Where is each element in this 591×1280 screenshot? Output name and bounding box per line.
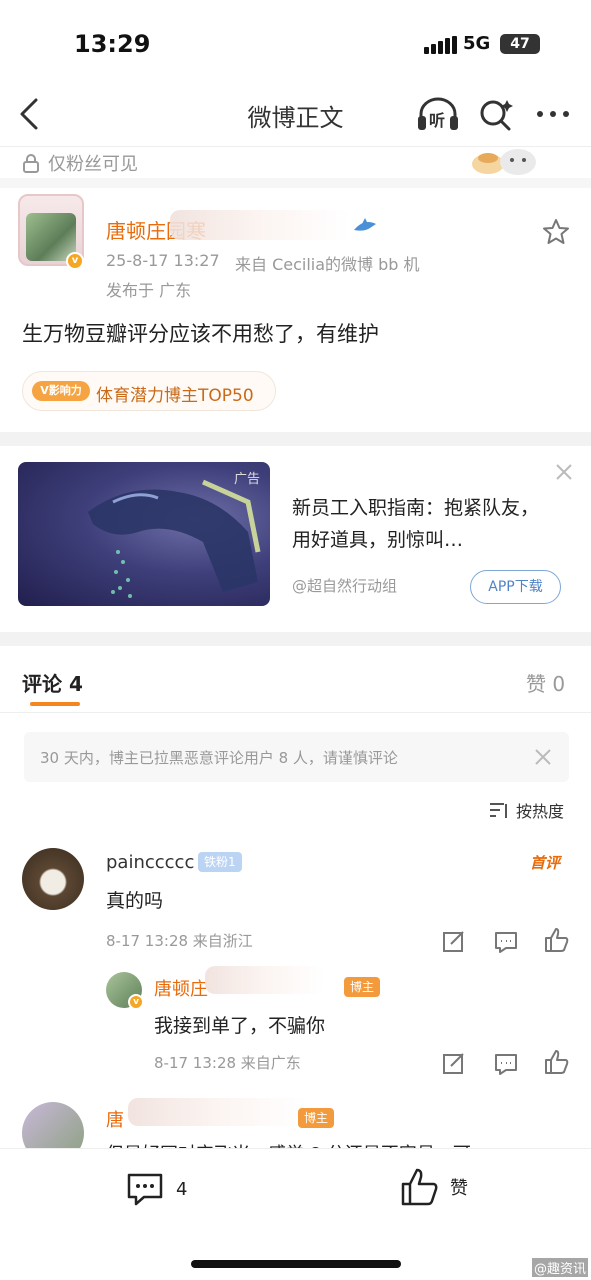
reply-user[interactable]: 唐顿庄 bbox=[154, 975, 208, 1001]
tab-active-indicator bbox=[30, 702, 80, 706]
blurred-name bbox=[170, 210, 350, 240]
comment-user[interactable]: 唐 bbox=[106, 1106, 124, 1132]
more-dots-icon bbox=[537, 111, 569, 117]
reply-text: 我接到单了，不骗你 bbox=[154, 1015, 326, 1037]
post-time: 25-8-17 13:27 bbox=[106, 251, 220, 270]
thumbs-up-icon bbox=[401, 1168, 438, 1206]
fan-badge: 铁粉1 bbox=[198, 852, 242, 872]
influence-badge: V影响力 bbox=[32, 381, 90, 401]
lock-icon bbox=[23, 154, 39, 173]
blurred-name bbox=[128, 1098, 308, 1126]
reply-button[interactable] bbox=[494, 1052, 518, 1076]
thumbs-up-icon bbox=[545, 1050, 569, 1074]
ad-image[interactable]: 广告 bbox=[18, 462, 270, 606]
ad-hand-artwork bbox=[88, 479, 261, 598]
influence-text: 体育潜力博主TOP50 bbox=[96, 386, 254, 406]
battery-level: 47 bbox=[510, 36, 530, 52]
reply-button[interactable] bbox=[494, 930, 518, 954]
host-badge: 博主 bbox=[298, 1108, 335, 1128]
visibility-label: 仅粉丝可见 bbox=[48, 154, 138, 175]
reply-meta: 8-17 13:28 来自广东 bbox=[154, 1054, 301, 1072]
listen-button[interactable]: 听 bbox=[416, 96, 460, 132]
comment-user[interactable]: painccccc bbox=[106, 852, 194, 873]
comment-icon bbox=[495, 1054, 517, 1075]
section-gap bbox=[0, 178, 591, 188]
post-source[interactable]: 来自 Cecilia的微博 bb 机 bbox=[235, 251, 420, 275]
cellular-signal-icon bbox=[424, 36, 458, 54]
bottom-comment-button[interactable]: 4 bbox=[126, 1170, 187, 1208]
comment-avatar[interactable] bbox=[22, 848, 84, 910]
close-icon bbox=[556, 464, 572, 480]
like-button[interactable] bbox=[544, 927, 570, 953]
search-button[interactable] bbox=[478, 98, 514, 132]
bottom-like-button[interactable]: 赞 bbox=[400, 1167, 468, 1207]
cartoon-sticker-icon bbox=[472, 149, 536, 175]
verified-icon: v bbox=[66, 252, 84, 270]
tabs-divider bbox=[0, 712, 591, 713]
blurred-name bbox=[205, 966, 325, 994]
decoration-sticker bbox=[470, 140, 540, 176]
home-indicator[interactable] bbox=[191, 1260, 401, 1268]
ad-title[interactable]: 新员工入职指南：抱紧队友，用好道具，别惊叫… bbox=[292, 492, 550, 556]
watermark: @趣资讯 bbox=[532, 1258, 589, 1277]
tab-comments[interactable]: 评论 4 bbox=[22, 668, 83, 697]
more-button[interactable] bbox=[534, 103, 574, 125]
close-icon bbox=[535, 749, 551, 765]
first-comment-badge: 首评 bbox=[530, 854, 561, 872]
sort-button[interactable]: 按热度 bbox=[488, 798, 564, 822]
host-badge: 博主 bbox=[344, 977, 381, 997]
like-button[interactable] bbox=[544, 1049, 570, 1075]
edit-icon bbox=[443, 1053, 464, 1074]
edit-icon bbox=[443, 931, 464, 952]
comment-icon bbox=[495, 932, 517, 953]
thumbs-up-icon bbox=[545, 928, 569, 952]
repost-button[interactable] bbox=[442, 929, 466, 953]
visibility-row: 仅粉丝可见 bbox=[20, 150, 138, 176]
repost-button[interactable] bbox=[442, 1051, 466, 1075]
comment-icon bbox=[127, 1173, 163, 1206]
bottom-like-label: 赞 bbox=[450, 1178, 468, 1199]
ad-source: @超自然行动组 bbox=[292, 577, 398, 595]
shark-icon bbox=[352, 216, 378, 236]
sort-icon bbox=[490, 803, 507, 818]
section-gap bbox=[0, 432, 591, 446]
sort-label: 按热度 bbox=[516, 802, 565, 821]
search-icon bbox=[480, 100, 513, 131]
app-download-button[interactable]: APP下载 bbox=[470, 570, 561, 604]
post-location: 发布于 广东 bbox=[106, 281, 192, 300]
block-notice-text: 30 天内，博主已拉黑恶意评论用户 8 人，请谨慎评论 bbox=[40, 749, 398, 767]
comment-text: 真的吗 bbox=[106, 890, 164, 912]
ad-tag: 广告 bbox=[233, 472, 260, 487]
bottom-comment-count: 4 bbox=[176, 1178, 188, 1200]
verified-icon: v bbox=[128, 994, 144, 1010]
star-icon bbox=[543, 219, 569, 244]
close-notice-button[interactable] bbox=[533, 747, 553, 767]
tab-likes[interactable]: 赞 0 bbox=[526, 668, 565, 697]
post-text: 生万物豆瓣评分应该不用愁了，有维护 bbox=[22, 322, 379, 346]
battery-icon: 47 bbox=[500, 34, 540, 54]
listen-label: 听 bbox=[429, 111, 446, 130]
network-type: 5G bbox=[463, 33, 491, 54]
favorite-button[interactable] bbox=[542, 218, 570, 246]
close-ad-button[interactable] bbox=[554, 462, 574, 482]
status-time: 13:29 bbox=[74, 30, 151, 58]
section-gap bbox=[0, 632, 591, 646]
comment-meta: 8-17 13:28 来自浙江 bbox=[106, 932, 253, 950]
